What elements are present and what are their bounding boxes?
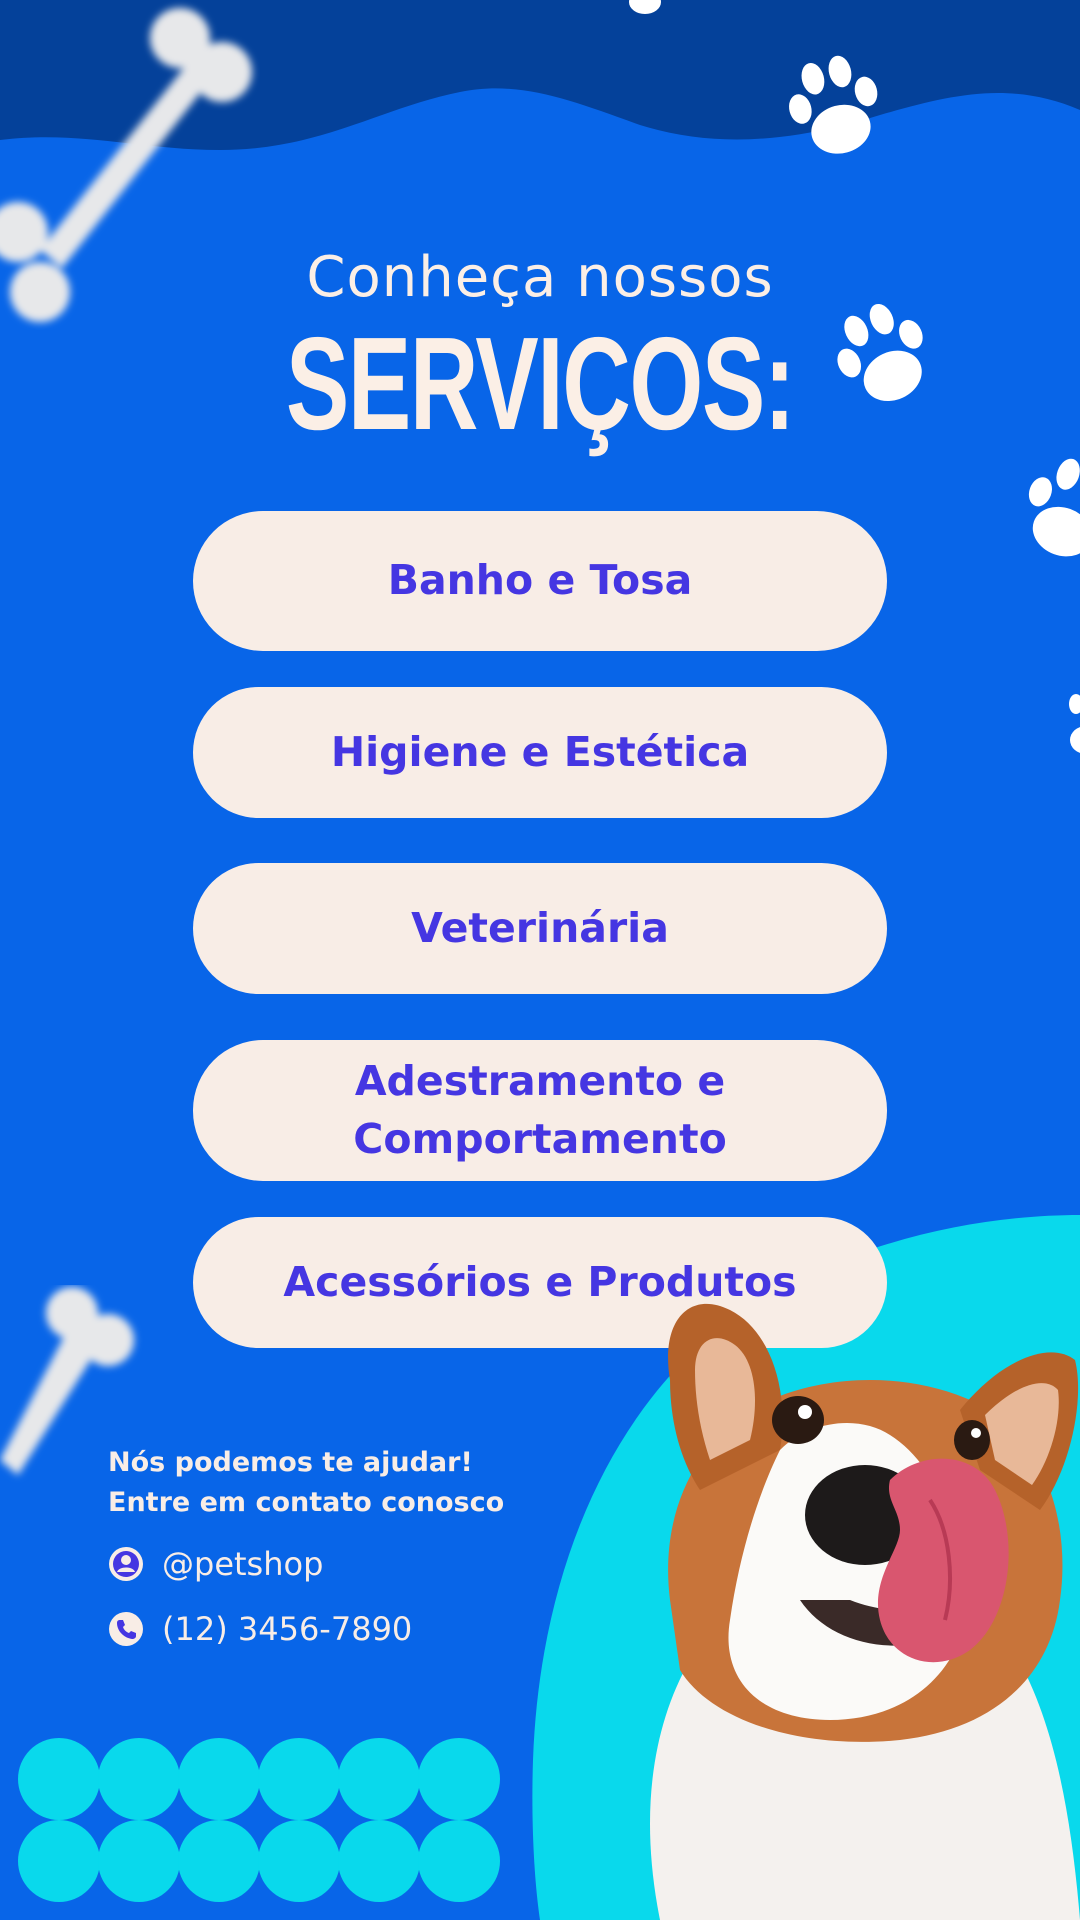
dot <box>178 1820 260 1902</box>
paw-icon <box>789 55 878 154</box>
user-circle-icon <box>109 1547 143 1581</box>
dot <box>258 1820 340 1902</box>
service-adestramento-e-comportamento[interactable]: Adestramento e Comportamento <box>193 1040 887 1181</box>
headline-intro: Conheça nossos <box>306 245 774 310</box>
dot <box>178 1738 260 1820</box>
dot <box>18 1738 100 1820</box>
corgi-dog-image <box>650 1303 1080 1920</box>
dot <box>338 1820 420 1902</box>
dot <box>18 1820 100 1902</box>
service-banho-e-tosa[interactable]: Banho e Tosa <box>193 511 887 651</box>
social-handle-row[interactable]: @petshop <box>108 1545 323 1583</box>
dot <box>418 1820 500 1902</box>
headline-title: SERVIÇOS: <box>285 310 796 457</box>
social-handle: @petshop <box>162 1545 324 1583</box>
dot <box>338 1738 420 1820</box>
contact-line-2: Entre em contato conosco <box>108 1487 505 1518</box>
phone-row[interactable]: (12) 3456-7890 <box>108 1610 412 1648</box>
dot <box>98 1738 180 1820</box>
dot <box>98 1820 180 1902</box>
contact-intro: Nós podemos te ajudar! Entre em contato … <box>108 1443 504 1523</box>
service-higiene-e-estetica[interactable]: Higiene e Estética <box>193 687 887 818</box>
dot <box>418 1738 500 1820</box>
phone-number: (12) 3456-7890 <box>162 1610 413 1648</box>
paw-icon <box>1028 458 1080 557</box>
paw-icon <box>629 0 661 14</box>
paw-icon <box>1069 694 1080 753</box>
phone-icon <box>109 1612 143 1646</box>
contact-line-1: Nós podemos te ajudar! <box>108 1447 473 1478</box>
dot <box>258 1738 340 1820</box>
service-veterinaria[interactable]: Veterinária <box>193 863 887 994</box>
poster: Conheça nossos SERVIÇOS: Banho e Tosa Hi… <box>0 0 1080 1920</box>
